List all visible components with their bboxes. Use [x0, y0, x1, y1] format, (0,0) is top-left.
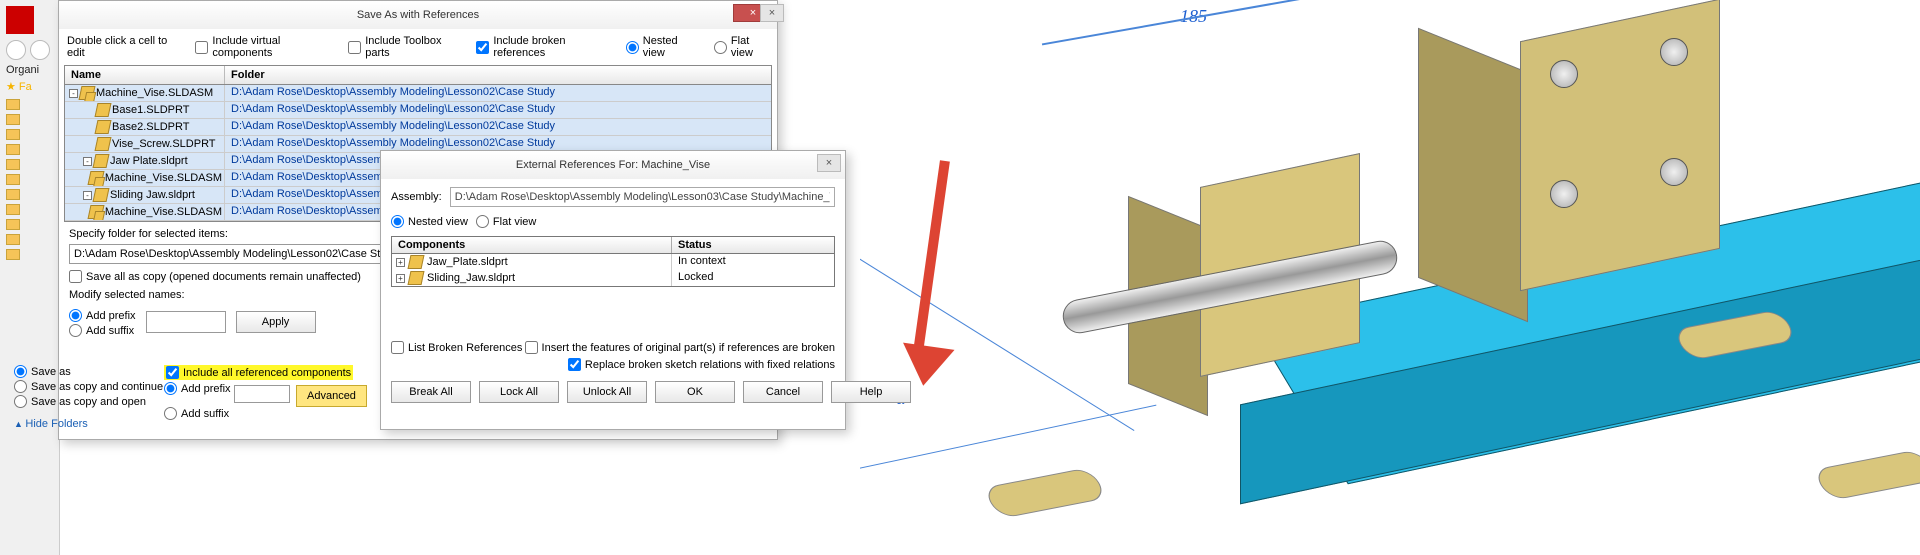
- dialog-titlebar[interactable]: Save As with References ×: [59, 1, 777, 29]
- file-folder[interactable]: D:\Adam Rose\Desktop\Assembly Modeling\L…: [225, 119, 771, 135]
- folder-item[interactable]: [0, 217, 59, 232]
- unlock-all-button[interactable]: Unlock All: [567, 381, 647, 403]
- file-name: Base2.SLDPRT: [112, 121, 189, 133]
- grid-row[interactable]: - Machine_Vise.SLDASM D:\Adam Rose\Desktop…: [65, 85, 771, 102]
- external-references-dialog: External References For: Machine_Vise × …: [380, 150, 846, 430]
- annotation-arrow-icon: [870, 160, 970, 390]
- add-prefix-radio[interactable]: Add prefix: [69, 309, 136, 322]
- file-name: Machine_Vise.SLDASM: [105, 172, 222, 184]
- tree-toggle-icon[interactable]: +: [396, 258, 405, 267]
- folder-item[interactable]: [0, 202, 59, 217]
- folder-tree: [0, 97, 59, 262]
- nav-back-button[interactable]: [6, 40, 26, 60]
- file-explorer-panel: Organi ★ Fa: [0, 0, 60, 555]
- file-name: Sliding Jaw.sldprt: [110, 189, 195, 201]
- file-name: Vise_Screw.SLDPRT: [112, 138, 216, 150]
- opt-add-suffix-radio[interactable]: Add suffix: [164, 407, 353, 420]
- include-toolbox-checkbox[interactable]: Include Toolbox parts: [348, 35, 458, 59]
- assembly-label: Assembly:: [391, 191, 442, 203]
- tree-toggle-icon[interactable]: -: [83, 191, 92, 200]
- organize-label[interactable]: Organi: [6, 64, 53, 76]
- part-icon: [95, 120, 112, 134]
- file-name: Machine_Vise.SLDASM: [96, 87, 213, 99]
- tree-toggle-icon[interactable]: +: [396, 274, 405, 283]
- folder-item[interactable]: [0, 247, 59, 262]
- add-suffix-radio[interactable]: Add suffix: [69, 324, 136, 337]
- folder-item[interactable]: [0, 112, 59, 127]
- favorites-header[interactable]: ★ Fa: [6, 80, 53, 93]
- file-folder[interactable]: D:\Adam Rose\Desktop\Assembly Modeling\L…: [225, 102, 771, 118]
- folder-item[interactable]: [0, 172, 59, 187]
- tree-toggle-icon[interactable]: -: [69, 89, 78, 98]
- part-icon: [93, 188, 110, 202]
- ext-flat-view-radio[interactable]: Flat view: [476, 215, 536, 228]
- grid-row[interactable]: Base1.SLDPRT D:\Adam Rose\Desktop\Assembl…: [65, 102, 771, 119]
- dialog-title: Save As with References: [357, 9, 479, 21]
- include-broken-checkbox[interactable]: Include broken references: [476, 35, 607, 59]
- close-button[interactable]: ×: [817, 154, 841, 172]
- side-panel-close-button[interactable]: ×: [760, 4, 784, 22]
- include-virtual-checkbox[interactable]: Include virtual components: [195, 35, 330, 59]
- assembly-icon: [87, 205, 104, 219]
- folder-item[interactable]: [0, 97, 59, 112]
- edit-instruction: Double click a cell to edit: [67, 35, 177, 59]
- include-all-referenced-checkbox[interactable]: Include all referenced components: [164, 365, 353, 380]
- replace-relations-checkbox[interactable]: Replace broken sketch relations with fix…: [568, 358, 835, 371]
- insert-features-checkbox[interactable]: Insert the features of original part(s) …: [525, 341, 835, 354]
- assembly-icon: [79, 86, 96, 100]
- dialog-title: External References For: Machine_Vise: [516, 159, 710, 171]
- component-name: Jaw_Plate.sldprt: [427, 256, 508, 268]
- column-header-name[interactable]: Name: [65, 66, 225, 84]
- break-all-button[interactable]: Break All: [391, 381, 471, 403]
- column-header-components[interactable]: Components: [392, 237, 672, 253]
- part-icon: [408, 271, 425, 285]
- component-status: Locked: [672, 270, 834, 286]
- file-name: Machine_Vise.SLDASM: [105, 206, 222, 218]
- ext-nested-view-radio[interactable]: Nested view: [391, 215, 468, 228]
- machine-vise-model[interactable]: [1000, 0, 1900, 550]
- graphics-viewport[interactable]: 🔍 ? 185 α: [860, 0, 1920, 555]
- cancel-button[interactable]: Cancel: [743, 381, 823, 403]
- file-folder[interactable]: D:\Adam Rose\Desktop\Assembly Modeling\L…: [225, 85, 771, 101]
- flat-view-radio[interactable]: Flat view: [714, 35, 769, 59]
- lock-all-button[interactable]: Lock All: [479, 381, 559, 403]
- assembly-path-input[interactable]: [450, 187, 835, 207]
- part-icon: [95, 103, 112, 117]
- dialog-titlebar[interactable]: External References For: Machine_Vise ×: [381, 151, 845, 179]
- tree-toggle-icon[interactable]: -: [83, 157, 92, 166]
- ext-grid-row[interactable]: + Sliding_Jaw.sldprt Locked: [392, 270, 834, 286]
- component-status: In context: [672, 254, 834, 270]
- part-icon: [408, 255, 425, 269]
- folder-item[interactable]: [0, 157, 59, 172]
- part-icon: [95, 137, 112, 151]
- ok-button[interactable]: OK: [655, 381, 735, 403]
- part-icon: [93, 154, 110, 168]
- opt-prefix-suffix-input[interactable]: [234, 385, 290, 403]
- nav-forward-button[interactable]: [30, 40, 50, 60]
- folder-item[interactable]: [0, 232, 59, 247]
- ext-grid-row[interactable]: + Jaw_Plate.sldprt In context: [392, 254, 834, 270]
- apply-button[interactable]: Apply: [236, 311, 316, 333]
- nested-view-radio[interactable]: Nested view: [626, 35, 696, 59]
- component-name: Sliding_Jaw.sldprt: [427, 272, 515, 284]
- column-header-folder[interactable]: Folder: [225, 66, 771, 84]
- list-broken-checkbox[interactable]: List Broken References: [391, 341, 522, 354]
- file-name: Base1.SLDPRT: [112, 104, 189, 116]
- help-button[interactable]: Help: [831, 381, 911, 403]
- app-logo: [6, 6, 34, 34]
- external-refs-grid: Components Status + Jaw_Plate.sldprt In co…: [391, 236, 835, 287]
- folder-item[interactable]: [0, 187, 59, 202]
- grid-row[interactable]: Base2.SLDPRT D:\Adam Rose\Desktop\Assembl…: [65, 119, 771, 136]
- save-as-options: Save as Save as copy and continue Save a…: [14, 365, 354, 430]
- column-header-status[interactable]: Status: [672, 237, 834, 253]
- advanced-button[interactable]: Advanced: [296, 385, 367, 407]
- prefix-suffix-input[interactable]: [146, 311, 226, 333]
- file-name: Jaw Plate.sldprt: [110, 155, 188, 167]
- folder-item[interactable]: [0, 142, 59, 157]
- folder-item[interactable]: [0, 127, 59, 142]
- assembly-icon: [87, 171, 104, 185]
